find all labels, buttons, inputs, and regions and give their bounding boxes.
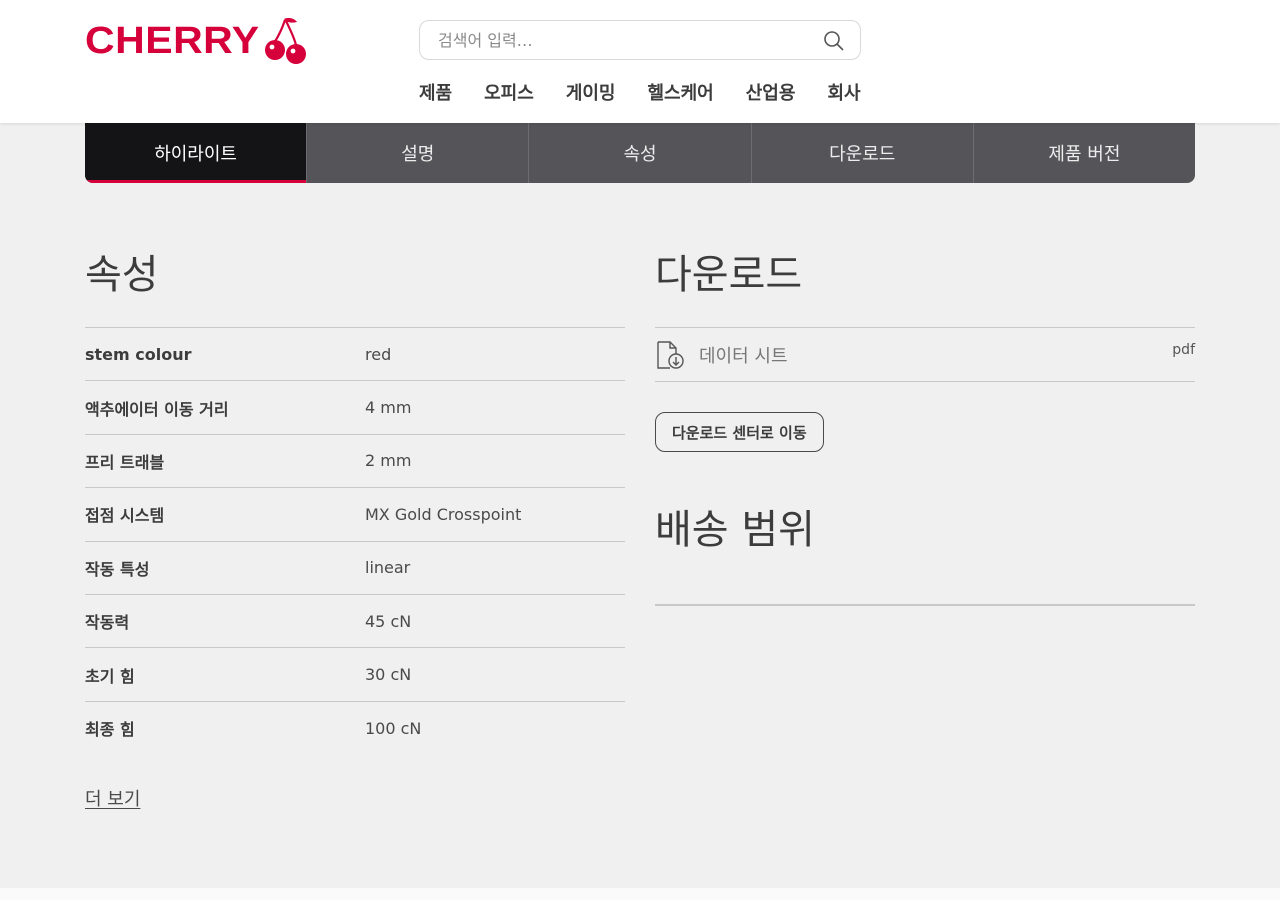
attribute-key: 최종 힘: [85, 720, 135, 740]
footer-strip: [0, 888, 1280, 900]
attributes-table: stem colour red 액추에이터 이동 거리 4 mm 프리 트래블 …: [85, 327, 625, 755]
nav-item-healthcare[interactable]: 헬스케어: [648, 80, 714, 108]
site-header: CHERRY 제품 오피스 게이밍 헬스케어 산업용 회사: [0, 0, 1280, 123]
divider: [655, 604, 1195, 606]
attribute-value: red: [365, 344, 392, 364]
tab-highlights[interactable]: 하이라이트: [85, 123, 308, 183]
file-type-badge: pdf: [1172, 342, 1195, 358]
nav-item-industrial[interactable]: 산업용: [746, 80, 796, 108]
tab-downloads[interactable]: 다운로드: [752, 123, 974, 183]
attribute-key: 초기 힘: [85, 666, 135, 686]
nav-item-gaming[interactable]: 게이밍: [566, 80, 616, 108]
cherry-icon: [264, 18, 306, 64]
attribute-key: 작동 특성: [85, 559, 150, 579]
table-row: 작동력 45 cN: [85, 594, 625, 647]
product-tabs: 하이라이트 설명 속성 다운로드 제품 버전: [85, 123, 1195, 183]
delivery-scope-title: 배송 범위: [655, 507, 815, 553]
attribute-value: linear: [365, 558, 411, 578]
table-row: 작동 특성 linear: [85, 541, 625, 594]
attribute-value: 45 cN: [365, 611, 412, 631]
table-row: stem colour red: [85, 327, 625, 381]
nav-item-office[interactable]: 오피스: [484, 80, 534, 108]
search-box[interactable]: [419, 20, 861, 60]
show-more-link[interactable]: 더 보기: [85, 785, 140, 811]
table-row: 최종 힘 100 cN: [85, 701, 625, 754]
attribute-key: 액추에이터 이동 거리: [85, 399, 229, 419]
cherry-logo[interactable]: CHERRY: [85, 14, 308, 66]
main-nav: 제품 오피스 게이밍 헬스케어 산업용 회사: [419, 80, 893, 108]
table-row: 초기 힘 30 cN: [85, 647, 625, 701]
tab-description[interactable]: 설명: [307, 123, 530, 183]
attribute-value: MX Gold Crosspoint: [365, 504, 522, 524]
nav-item-products[interactable]: 제품: [419, 80, 452, 108]
download-center-button[interactable]: 다운로드 센터로 이동: [655, 412, 824, 452]
table-row: 프리 트래블 2 mm: [85, 434, 625, 487]
tab-attributes[interactable]: 속성: [529, 123, 752, 183]
attributes-section: 속성 stem colour red 액추에이터 이동 거리 4 mm 프리 트…: [85, 255, 625, 811]
attribute-key: 프리 트래블: [85, 452, 165, 472]
download-item[interactable]: 데이터 시트 pdf: [655, 327, 1195, 382]
attribute-key: 접점 시스템: [85, 506, 165, 526]
file-download-icon: [657, 340, 684, 369]
attribute-value: 100 cN: [365, 718, 422, 738]
downloads-section: 다운로드 데이터 시트 pdf 다운로드 센터로 이동 배송 범위: [655, 255, 1195, 614]
tab-product-versions[interactable]: 제품 버전: [974, 123, 1195, 183]
download-label: 데이터 시트: [699, 345, 788, 367]
attributes-title: 속성: [85, 252, 159, 298]
search-icon[interactable]: [822, 29, 846, 53]
downloads-title: 다운로드: [655, 252, 803, 298]
attribute-value: 4 mm: [365, 398, 412, 418]
nav-item-company[interactable]: 회사: [827, 80, 860, 108]
attribute-value: 2 mm: [365, 451, 412, 471]
attribute-value: 30 cN: [365, 665, 412, 685]
table-row: 접점 시스템 MX Gold Crosspoint: [85, 487, 625, 541]
table-row: 액추에이터 이동 거리 4 mm: [85, 380, 625, 434]
attribute-key: 작동력: [85, 613, 130, 633]
logo-wordmark: CHERRY: [85, 18, 260, 61]
attribute-key: stem colour: [85, 344, 192, 364]
search-input[interactable]: [436, 29, 816, 51]
